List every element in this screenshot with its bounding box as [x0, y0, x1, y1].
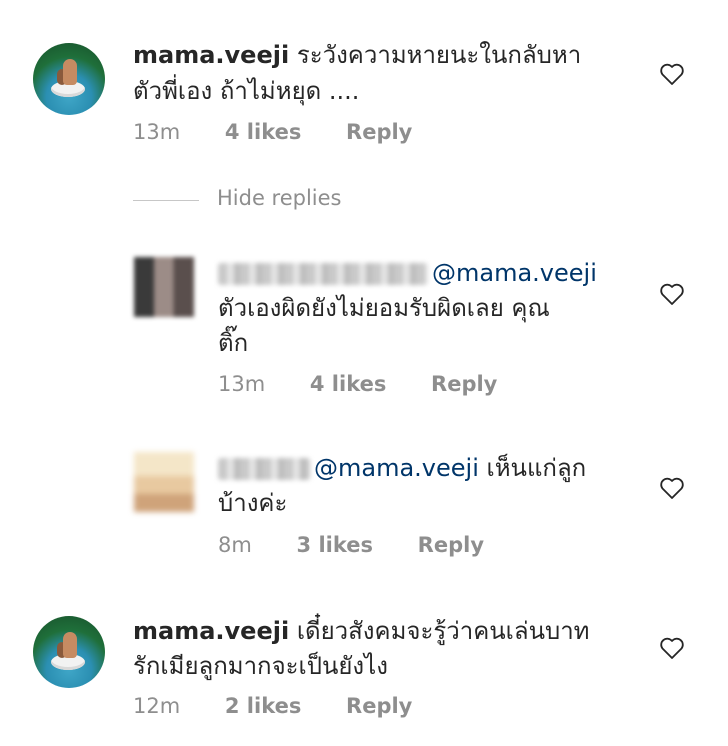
- likes-count[interactable]: 3 likes: [297, 533, 373, 557]
- comment-meta: 13m 4 likes Reply: [218, 372, 497, 396]
- comment-text: @mama.veeji เห็นแก่ลูก: [218, 451, 586, 485]
- blurred-username: [218, 263, 428, 285]
- likes-count[interactable]: 4 likes: [225, 120, 301, 144]
- comment-body-line1: ระวังความหายนะในกลับหา: [296, 41, 582, 69]
- avatar[interactable]: [33, 616, 105, 688]
- comment-body-line2: รักเมียลูกมากจะเป็นยังไง: [133, 652, 388, 680]
- comment-time: 8m: [218, 533, 252, 557]
- heart-outline-icon[interactable]: [659, 476, 685, 500]
- reply-button[interactable]: Reply: [418, 533, 484, 557]
- comment-text: mama.veeji เดี๋ยวสังคมจะรู้ว่าคนเล่นบาท: [133, 614, 590, 648]
- comment-time: 12m: [133, 694, 181, 718]
- comment-body-line2: บ้างค่ะ: [218, 489, 288, 517]
- heart-outline-icon[interactable]: [659, 62, 685, 86]
- comment-body-line2: ติ๊ก: [218, 329, 249, 357]
- heart-outline-icon[interactable]: [659, 282, 685, 306]
- blurred-username: [218, 458, 310, 480]
- comment-meta: 12m 2 likes Reply: [133, 694, 412, 718]
- avatar[interactable]: [33, 43, 105, 115]
- reply-button[interactable]: Reply: [346, 694, 412, 718]
- divider-line: [133, 200, 199, 201]
- comment-body-line1: เห็นแก่ลูก: [486, 454, 587, 482]
- likes-count[interactable]: 4 likes: [310, 372, 386, 396]
- mention-link[interactable]: @mama.veeji: [432, 259, 597, 287]
- comment-time: 13m: [133, 120, 181, 144]
- avatar[interactable]: [134, 452, 194, 512]
- comment-time: 13m: [218, 372, 266, 396]
- comment-meta: 13m 4 likes Reply: [133, 120, 412, 144]
- comment-body-line2: ตัวพี่เอง ถ้าไม่หยุด ....: [133, 77, 360, 105]
- comment-body-line1: เดี๋ยวสังคมจะรู้ว่าคนเล่นบาท: [296, 617, 590, 645]
- comment-body-line1: ตัวเองผิดยังไม่ยอมรับผิดเลย คุณ: [218, 294, 550, 322]
- mention-link[interactable]: @mama.veeji: [314, 454, 479, 482]
- heart-outline-icon[interactable]: [659, 636, 685, 660]
- comment-text: @mama.veeji: [218, 256, 597, 290]
- hide-replies-button[interactable]: Hide replies: [217, 186, 342, 210]
- reply-button[interactable]: Reply: [431, 372, 497, 396]
- comment-username[interactable]: mama.veeji: [133, 41, 289, 69]
- comment-username[interactable]: mama.veeji: [133, 617, 289, 645]
- likes-count[interactable]: 2 likes: [225, 694, 301, 718]
- avatar[interactable]: [134, 257, 194, 317]
- comment-text: mama.veeji ระวังความหายนะในกลับหา: [133, 38, 581, 72]
- reply-button[interactable]: Reply: [346, 120, 412, 144]
- comment-meta: 8m 3 likes Reply: [218, 533, 484, 557]
